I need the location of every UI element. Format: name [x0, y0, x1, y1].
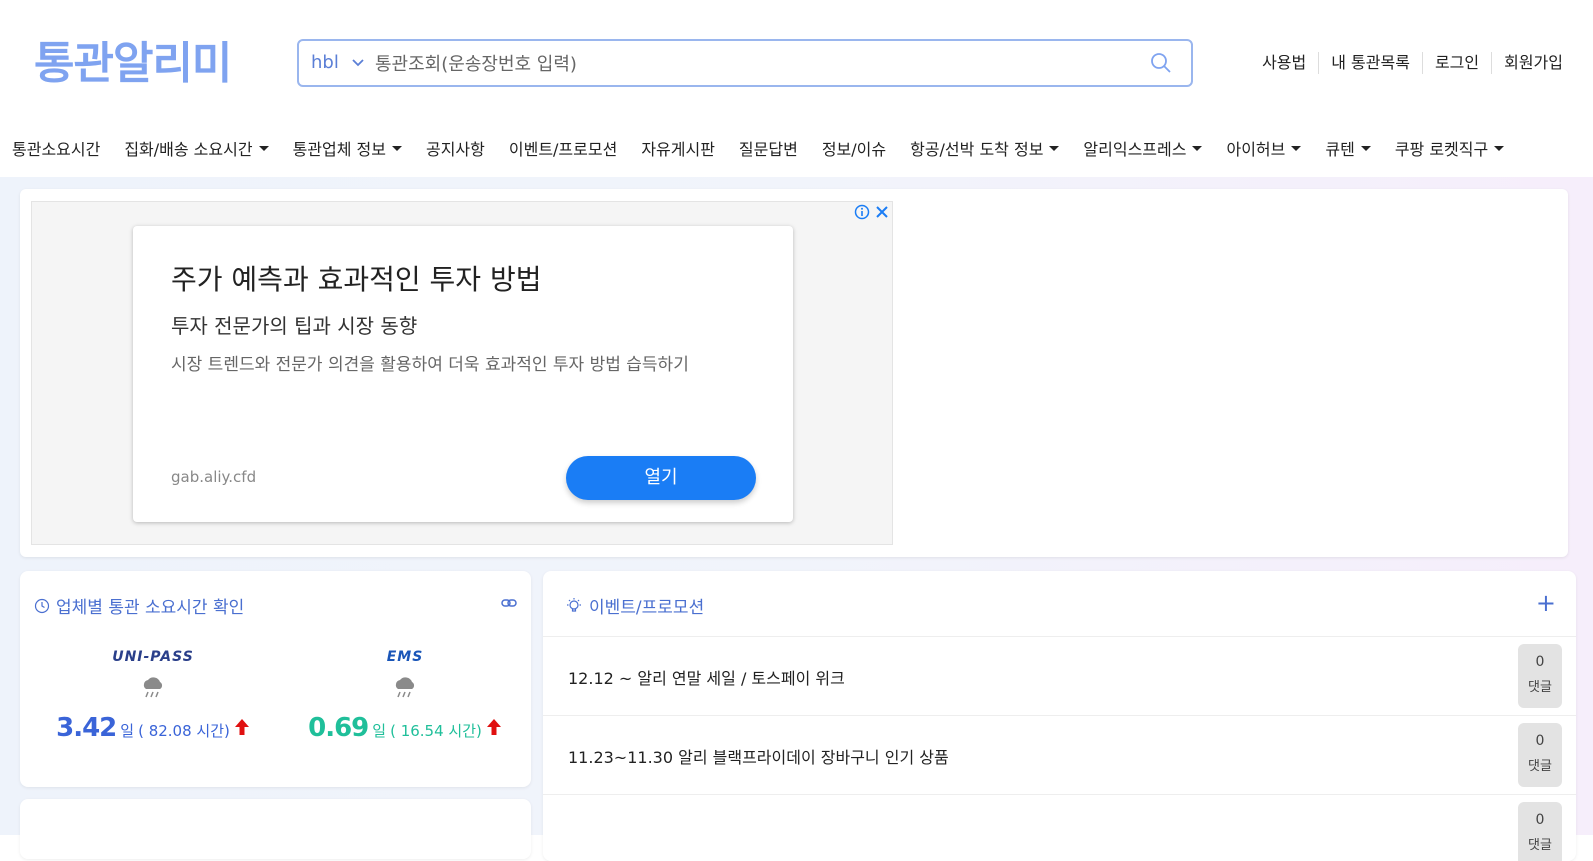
customs-card-title: 업체별 통관 소요시간 확인 — [56, 598, 245, 618]
nav-item[interactable]: 큐텐 — [1313, 136, 1382, 160]
caret-down-icon — [1494, 145, 1505, 151]
search-type-select[interactable]: hbl — [311, 41, 339, 85]
comment-count-badge: 0 댓글 — [1518, 802, 1562, 861]
chevron-down-icon[interactable] — [349, 53, 367, 71]
nav-item[interactable]: 통관소요시간 — [0, 136, 112, 160]
ad-banner[interactable]: 주가 예측과 효과적인 투자 방법 투자 전문가의 팁과 시장 동향 시장 트렌… — [31, 201, 893, 545]
up-arrow-icon — [234, 719, 249, 735]
events-card: 이벤트/프로모션 + 12.12 ~ 알리 연말 세일 / 토스페이 위크 0 … — [543, 571, 1576, 861]
ad-card: 주가 예측과 효과적인 투자 방법 투자 전문가의 팁과 시장 동향 시장 트렌… — [20, 189, 1568, 557]
ems-hours: ( 16.54 시간) — [390, 722, 482, 740]
top-links: 사용법 내 통관목록 로그인 회원가입 — [1250, 52, 1575, 74]
search-icon[interactable] — [1149, 51, 1173, 75]
nav-item[interactable]: 집화/배송 소요시간 — [112, 136, 280, 160]
link-signup[interactable]: 회원가입 — [1491, 52, 1575, 74]
event-title[interactable]: 11.23~11.30 알리 블랙프라이데이 장바구니 인기 상품 — [568, 744, 949, 768]
event-row[interactable]: 0 댓글 — [543, 794, 1576, 861]
unipass-hours: ( 82.08 시간) — [138, 722, 230, 740]
comment-count-badge: 0 댓글 — [1518, 644, 1562, 708]
up-arrow-icon — [486, 719, 501, 735]
unipass-tile[interactable]: UNI-PASS 3.42 일 ( 82.08 시간) — [38, 649, 268, 743]
caret-down-icon — [1360, 145, 1371, 151]
ems-tile[interactable]: EMS 0.69 일 ( 16.54 시간) — [290, 649, 520, 743]
nav-item[interactable]: 질문답변 — [727, 136, 810, 160]
rain-cloud-icon — [395, 677, 415, 698]
ad-subheadline: 투자 전문가의 팁과 시장 동향 — [171, 314, 418, 338]
unipass-days-unit: 일 — [120, 722, 135, 740]
ad-open-button[interactable]: 열기 — [566, 456, 756, 500]
caret-down-icon — [1049, 145, 1060, 151]
caret-down-icon — [258, 145, 269, 151]
ems-logo: EMS — [386, 649, 424, 665]
info-icon[interactable] — [854, 204, 870, 220]
nav-item[interactable]: 공지사항 — [414, 136, 497, 160]
nav-item[interactable]: 쿠팡 로켓직구 — [1383, 136, 1516, 160]
ad-url: gab.aliy.cfd — [171, 468, 257, 486]
search-bar: hbl — [297, 39, 1193, 87]
nav-item[interactable]: 이벤트/프로모션 — [497, 136, 629, 160]
ad-content: 주가 예측과 효과적인 투자 방법 투자 전문가의 팁과 시장 동향 시장 트렌… — [133, 226, 793, 522]
add-event-button[interactable]: + — [1536, 589, 1556, 617]
link-how-to-use[interactable]: 사용법 — [1250, 52, 1318, 74]
site-header: 통관알리미 hbl 사용법 내 통관목록 로그인 회원가입 통관소요시간 집화/… — [0, 0, 1593, 177]
link-my-customs-list[interactable]: 내 통관목록 — [1318, 52, 1422, 74]
ems-days-unit: 일 — [372, 722, 387, 740]
nav-item[interactable]: 정보/이슈 — [810, 136, 898, 160]
nav-item[interactable]: 통관업체 정보 — [281, 136, 414, 160]
ad-description: 시장 트렌드와 전문가 의견을 활용하여 더욱 효과적인 투자 방법 습득하기 — [171, 355, 689, 375]
nav-item[interactable]: 자유게시판 — [629, 136, 727, 160]
events-card-title: 이벤트/프로모션 — [589, 598, 705, 618]
main-content: 주가 예측과 효과적인 투자 방법 투자 전문가의 팁과 시장 동향 시장 트렌… — [0, 177, 1593, 861]
nav-item[interactable]: 알리익스프레스 — [1071, 136, 1214, 160]
customs-time-card: 업체별 통관 소요시간 확인 UNI-PASS 3.42 일 ( 82.08 시… — [20, 571, 531, 787]
clock-icon — [34, 598, 50, 613]
caret-down-icon — [391, 145, 402, 151]
link-icon[interactable] — [501, 598, 517, 608]
comment-count-badge: 0 댓글 — [1518, 723, 1562, 787]
nav-item[interactable]: 항공/선박 도착 정보 — [898, 136, 1071, 160]
event-row[interactable]: 11.23~11.30 알리 블랙프라이데이 장바구니 인기 상품 0 댓글 — [543, 715, 1576, 794]
unipass-logo: UNI-PASS — [112, 649, 194, 665]
rain-cloud-icon — [143, 677, 163, 698]
main-nav: 통관소요시간 집화/배송 소요시간 통관업체 정보 공지사항 이벤트/프로모션 … — [0, 130, 1593, 166]
link-login[interactable]: 로그인 — [1421, 52, 1491, 74]
lightbulb-icon — [567, 597, 581, 612]
event-row[interactable]: 12.12 ~ 알리 연말 세일 / 토스페이 위크 0 댓글 — [543, 636, 1576, 715]
caret-down-icon — [1192, 145, 1203, 151]
nav-item[interactable]: 아이허브 — [1214, 136, 1313, 160]
next-card — [20, 799, 531, 859]
caret-down-icon — [1291, 145, 1302, 151]
site-logo[interactable]: 통관알리미 — [34, 36, 232, 92]
event-title[interactable]: 12.12 ~ 알리 연말 세일 / 토스페이 위크 — [568, 665, 845, 689]
close-icon[interactable] — [874, 204, 890, 220]
search-input[interactable] — [373, 47, 1137, 81]
ems-days: 0.69 — [308, 713, 369, 743]
ad-controls — [854, 204, 890, 220]
ad-headline: 주가 예측과 효과적인 투자 방법 — [171, 263, 542, 296]
unipass-days: 3.42 — [56, 713, 117, 743]
